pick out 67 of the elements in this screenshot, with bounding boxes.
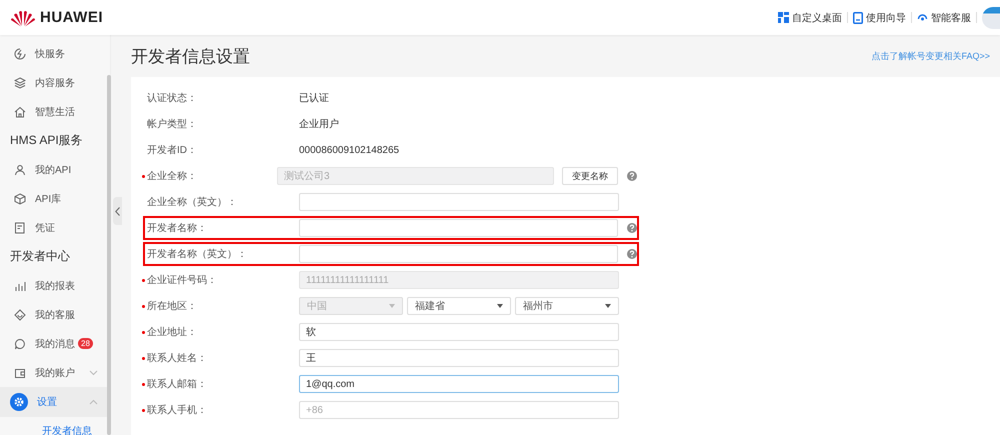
help-icon[interactable] xyxy=(627,249,637,259)
field-label: 企业地址： xyxy=(142,325,299,339)
home-icon xyxy=(14,106,26,118)
sidebar-item[interactable]: 设置 xyxy=(0,387,110,417)
sidebar-item[interactable]: 我的账户 xyxy=(0,358,110,387)
doc-icon xyxy=(14,222,26,234)
field-value: 企业用户 xyxy=(299,118,339,131)
sidebar-item[interactable]: API库 xyxy=(0,184,110,213)
layers-icon xyxy=(14,76,26,88)
brand-name: HUAWEI xyxy=(40,9,103,26)
sidebar-item[interactable]: 我的消息 28 xyxy=(0,329,110,358)
field-label: 联系人姓名： xyxy=(142,351,299,365)
avatar[interactable] xyxy=(982,6,1000,28)
dropdown[interactable]: 福建省 xyxy=(407,297,511,315)
caret-icon xyxy=(389,304,395,308)
sidebar-item[interactable]: 我的客服 xyxy=(0,300,110,329)
field-label: 联系人邮箱： xyxy=(142,377,299,391)
chart-icon xyxy=(14,280,26,292)
caret-icon xyxy=(605,304,611,308)
header-link[interactable]: 智能客服 xyxy=(917,10,971,24)
input-field[interactable]: 1@qq.com xyxy=(299,375,619,393)
field-label: 联系人手机： xyxy=(142,403,299,417)
header-link[interactable]: 使用向导 xyxy=(853,10,906,24)
field-label: 开发者名称： xyxy=(146,222,208,235)
scrollbar[interactable] xyxy=(107,75,111,435)
field-label: 开发者ID： xyxy=(146,144,198,157)
field-label: 认证状态： xyxy=(146,92,198,105)
document-icon xyxy=(853,12,863,24)
field-label: 企业全称（英文）： xyxy=(146,196,238,209)
chat-icon xyxy=(14,338,26,350)
input-field[interactable]: 王 xyxy=(299,349,619,367)
field-label: 企业全称： xyxy=(142,169,277,183)
sidebar-subitem[interactable]: 开发者信息 xyxy=(0,417,110,435)
input-field[interactable] xyxy=(299,193,619,211)
help-icon[interactable] xyxy=(627,171,637,181)
field-label: 帐户类型： xyxy=(146,118,198,131)
input-field[interactable] xyxy=(298,219,618,237)
chevron-left-icon xyxy=(115,206,120,216)
input-field[interactable]: 软 xyxy=(299,323,619,341)
field-label: 开发者名称（英文）： xyxy=(146,248,248,261)
sidebar-item[interactable]: 凭证 xyxy=(0,213,110,242)
field-value: 000086009102148265 xyxy=(299,144,400,156)
caret-icon xyxy=(497,304,503,308)
gear-icon xyxy=(10,393,28,411)
sidebar-section-title: HMS API服务 xyxy=(9,132,84,149)
sidebar-item[interactable]: 我的API xyxy=(0,155,110,184)
collapse-handle[interactable] xyxy=(113,197,122,225)
cube-icon xyxy=(14,192,26,204)
field-label: 所在地区： xyxy=(142,299,299,313)
sidebar-item[interactable]: 快服务 xyxy=(0,39,110,68)
grid-icon xyxy=(778,12,789,23)
user-icon xyxy=(14,164,26,176)
sidebar-item[interactable]: 智慧生活 xyxy=(0,97,110,126)
field-value: 已认证 xyxy=(299,92,329,105)
wallet-icon xyxy=(14,366,26,378)
field-label: 企业证件号码： xyxy=(142,273,299,287)
header-link[interactable]: 自定义桌面 xyxy=(778,10,842,24)
sidebar-item[interactable]: 内容服务 xyxy=(0,68,110,97)
input-field[interactable] xyxy=(298,245,618,263)
dropdown[interactable]: 福州市 xyxy=(515,297,619,315)
bolt-icon xyxy=(14,48,26,60)
logo-icon xyxy=(10,8,36,26)
sidebar-section-title: 开发者中心 xyxy=(9,248,71,265)
page-title: 开发者信息设置 xyxy=(131,46,250,68)
sidebar-item[interactable]: 我的报表 xyxy=(0,271,110,300)
count-badge: 28 xyxy=(78,338,93,349)
help-icon[interactable] xyxy=(627,223,637,233)
